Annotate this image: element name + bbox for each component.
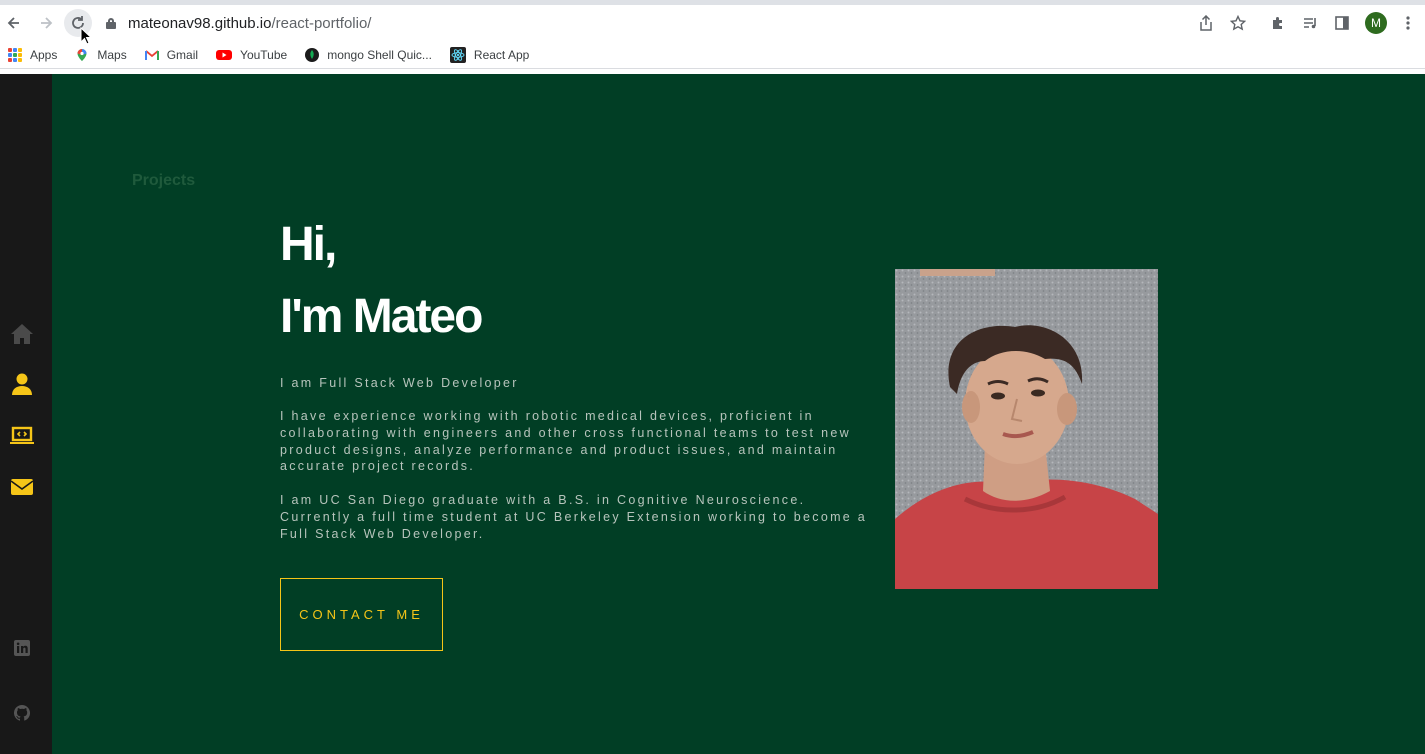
bookmark-mongo[interactable]: mongo Shell Quic...: [305, 47, 432, 62]
bookmark-label: React App: [473, 47, 530, 62]
profile-avatar[interactable]: M: [1365, 12, 1387, 34]
apps-grid-icon: [8, 47, 22, 62]
youtube-icon: [216, 49, 233, 60]
bookmark-label: mongo Shell Quic...: [327, 47, 432, 62]
bookmarks-bar: Apps Maps Gmail YouTube mongo Shell Quic…: [0, 41, 1425, 69]
lock-icon: [106, 17, 116, 29]
back-arrow-icon: [7, 17, 19, 29]
bookmark-label: Gmail: [166, 47, 199, 62]
share-icon[interactable]: [1195, 12, 1217, 34]
extensions-puzzle-icon[interactable]: [1267, 12, 1289, 34]
contact-me-button[interactable]: CONTACT ME: [280, 578, 443, 651]
portfolio-page: Projects Hi, I'm Mateo I am Full Stack W…: [0, 74, 1425, 754]
experience-paragraph: I have experience working with robotic m…: [280, 409, 851, 474]
url-host: mateonav98.github.io: [128, 14, 272, 32]
github-icon[interactable]: [14, 705, 30, 721]
react-icon: [449, 46, 466, 63]
url-path: /react-portfolio/: [271, 14, 372, 32]
envelope-icon[interactable]: [10, 475, 34, 499]
hero-name: I'm Mateo: [280, 290, 483, 343]
bookmark-star-icon[interactable]: [1227, 12, 1249, 34]
home-icon[interactable]: [10, 322, 34, 346]
gmail-icon: [144, 49, 159, 60]
forward-button[interactable]: [32, 9, 60, 37]
bookmark-label: YouTube: [240, 47, 288, 62]
back-button[interactable]: [0, 9, 28, 37]
hero-title: Hi, I'm Mateo: [280, 214, 483, 358]
bookmark-label: Apps: [30, 47, 58, 62]
bookmark-maps[interactable]: Maps: [75, 47, 127, 62]
mongodb-icon: [305, 47, 320, 62]
hero-greeting: Hi,: [280, 218, 337, 271]
forward-arrow-icon: [41, 17, 53, 29]
bookmark-label: Maps: [97, 47, 127, 62]
role-text: I am Full Stack Web Developer: [280, 376, 519, 390]
bookmark-gmail[interactable]: Gmail: [144, 47, 199, 62]
mouse-cursor-icon: [80, 27, 92, 45]
bookmark-youtube[interactable]: YouTube: [216, 48, 287, 62]
more-menu-icon[interactable]: [1397, 12, 1419, 34]
education-paragraph: I am UC San Diego graduate with a B.S. i…: [280, 493, 868, 541]
sidebar: [0, 74, 52, 754]
browser-toolbar: mateonav98.github.io/react-portfolio/ M: [0, 5, 1425, 41]
bookmark-apps[interactable]: Apps: [8, 47, 58, 62]
side-panel-icon[interactable]: [1331, 12, 1353, 34]
laptop-code-icon[interactable]: [10, 424, 34, 448]
user-icon[interactable]: [10, 372, 34, 396]
linkedin-icon[interactable]: [14, 640, 30, 656]
projects-ghost-heading: Projects: [132, 172, 196, 189]
bookmark-react-app[interactable]: React App: [449, 46, 530, 63]
maps-icon: [77, 48, 87, 61]
profile-photo: [895, 269, 1158, 589]
address-bar[interactable]: mateonav98.github.io/react-portfolio/: [106, 15, 371, 32]
media-playlist-icon[interactable]: [1299, 12, 1321, 34]
